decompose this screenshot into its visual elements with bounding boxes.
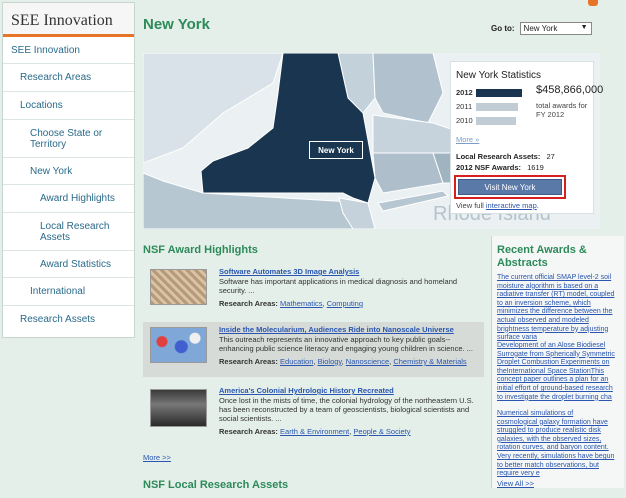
sidebar-item-research-assets[interactable]: Research Assets	[3, 306, 134, 333]
research-area-link[interactable]: Nanoscience	[346, 357, 389, 366]
stats-bar-year: 2011	[456, 102, 473, 111]
research-area-link[interactable]: Education	[280, 357, 313, 366]
recent-award-link[interactable]: Numerical simulations of cosmological ga…	[497, 410, 615, 479]
sidebar-item-see-innovation[interactable]: SEE Innovation	[3, 37, 134, 64]
sidebar-item-research-areas[interactable]: Research Areas	[3, 64, 134, 92]
highlights-more-link[interactable]: More >>	[143, 453, 171, 462]
highlight-summary: Software has important applications in m…	[219, 277, 458, 295]
highlight-title-link[interactable]: Software Automates 3D Image Analysis	[219, 267, 479, 276]
stats-bar-2012	[476, 88, 522, 97]
visit-state-button[interactable]: Visit New York	[458, 179, 562, 195]
award-description-line: total awards for	[536, 101, 588, 110]
chevron-down-icon: ▼	[580, 24, 588, 31]
nsf-awards-label: 2012 NSF Awards:	[456, 163, 522, 172]
research-area-link[interactable]: Computing	[327, 299, 363, 308]
highlight-thumbnail[interactable]	[150, 327, 207, 363]
view-full-suffix: .	[536, 201, 539, 210]
local-assets-title: NSF Local Research Assets	[143, 479, 289, 491]
goto-select[interactable]: New York ▼	[519, 22, 592, 35]
sidebar-item-local-research-assets[interactable]: Local Research Assets	[3, 213, 134, 251]
recent-view-all-link[interactable]: View All >>	[497, 479, 534, 488]
map-state-label[interactable]: New York	[309, 141, 363, 159]
stats-bar-2011	[476, 102, 519, 111]
highlight-research-areas: Research Areas: Mathematics, Computing	[219, 299, 363, 308]
stats-bar-row: 2010	[456, 116, 522, 125]
stats-bar-year: 2012	[456, 88, 473, 97]
recent-awards-title: Recent Awards & Abstracts	[497, 244, 587, 269]
highlight-title-link[interactable]: America's Colonial Hydrologic History Re…	[219, 386, 479, 395]
stats-bar-row: 2011	[456, 102, 522, 111]
highlight-research-areas: Research Areas: Education, Biology, Nano…	[219, 357, 467, 366]
stats-bar-row: 2012	[456, 88, 522, 97]
close-tab-icon[interactable]	[588, 0, 598, 6]
sidebar-item-international[interactable]: International	[3, 278, 134, 306]
highlight-thumbnail[interactable]	[150, 269, 207, 305]
research-areas-label: Research Areas:	[219, 299, 278, 308]
research-area-link[interactable]: Chemistry & Materials	[393, 357, 466, 366]
recent-award-link[interactable]: Development of an Alose Biodiesel Surrog…	[497, 342, 615, 402]
view-full-prefix: View full	[456, 201, 484, 210]
local-assets-value: 27	[546, 152, 555, 161]
interactive-map-link[interactable]: interactive map	[486, 201, 537, 210]
nsf-awards-value: 1619	[527, 163, 544, 172]
sidebar-brand[interactable]: SEE Innovation	[3, 3, 134, 37]
state-stats-panel: New York Statistics 2012 2011 2010 $458,…	[450, 61, 603, 214]
sidebar-item-new-york[interactable]: New York	[3, 158, 134, 185]
highlight-title-link[interactable]: Inside the Molecularium, Audiences Ride …	[219, 325, 479, 334]
page-title: New York	[143, 16, 210, 33]
sidebar-item-award-statistics[interactable]: Award Statistics	[3, 251, 134, 278]
award-amount: $458,866,000	[536, 84, 604, 96]
nsf-awards-stat: 2012 NSF Awards: 1619	[456, 163, 544, 172]
highlight-item: America's Colonial Hydrologic History Re…	[143, 383, 484, 443]
sidebar-item-award-highlights[interactable]: Award Highlights	[3, 185, 134, 213]
highlight-research-areas: Research Areas: Earth & Environment, Peo…	[219, 427, 411, 436]
research-area-link[interactable]: Mathematics	[280, 299, 323, 308]
map-region-connecticut	[372, 152, 444, 194]
sidebar-item-choose-state[interactable]: Choose State or Territory	[3, 120, 134, 158]
goto-select-value: New York	[523, 24, 558, 33]
recent-award-link[interactable]: The current official SMAP level-2 soil m…	[497, 274, 615, 343]
highlight-thumbnail[interactable]	[150, 389, 207, 427]
highlight-item: Software Automates 3D Image Analysis Sof…	[143, 264, 484, 319]
highlights-title: NSF Award Highlights	[143, 244, 258, 256]
highlight-summary: Once lost in the mists of time, the colo…	[219, 396, 474, 423]
stats-more-link[interactable]: More »	[456, 135, 479, 144]
visit-button-highlight: Visit New York	[454, 175, 566, 199]
research-area-link[interactable]: Earth & Environment	[280, 427, 349, 436]
goto-label: Go to:	[491, 24, 515, 33]
research-areas-label: Research Areas:	[219, 357, 278, 366]
local-assets-stat: Local Research Assets: 27	[456, 152, 555, 161]
research-area-link[interactable]: Biology	[318, 357, 342, 366]
highlight-summary: This outreach represents an innovative a…	[219, 335, 473, 353]
sidebar: SEE Innovation SEE Innovation Research A…	[2, 2, 135, 338]
research-area-link[interactable]: People & Society	[353, 427, 410, 436]
goto-control: Go to: New York ▼	[491, 22, 592, 35]
local-assets-label: Local Research Assets:	[456, 152, 541, 161]
recent-awards-panel: Recent Awards & Abstracts The current of…	[491, 236, 624, 488]
award-description-line: FY 2012	[536, 110, 565, 119]
stats-bar-year: 2010	[456, 116, 473, 125]
research-areas-label: Research Areas:	[219, 427, 278, 436]
sidebar-item-locations[interactable]: Locations	[3, 92, 134, 120]
award-description: total awards for FY 2012	[536, 101, 587, 119]
stats-bar-2010	[476, 116, 516, 125]
stats-title: New York Statistics	[456, 70, 542, 81]
map-region-new-hampshire	[372, 53, 444, 124]
view-full-map: View full interactive map.	[456, 201, 539, 210]
highlight-item: Inside the Molecularium, Audiences Ride …	[143, 322, 484, 377]
